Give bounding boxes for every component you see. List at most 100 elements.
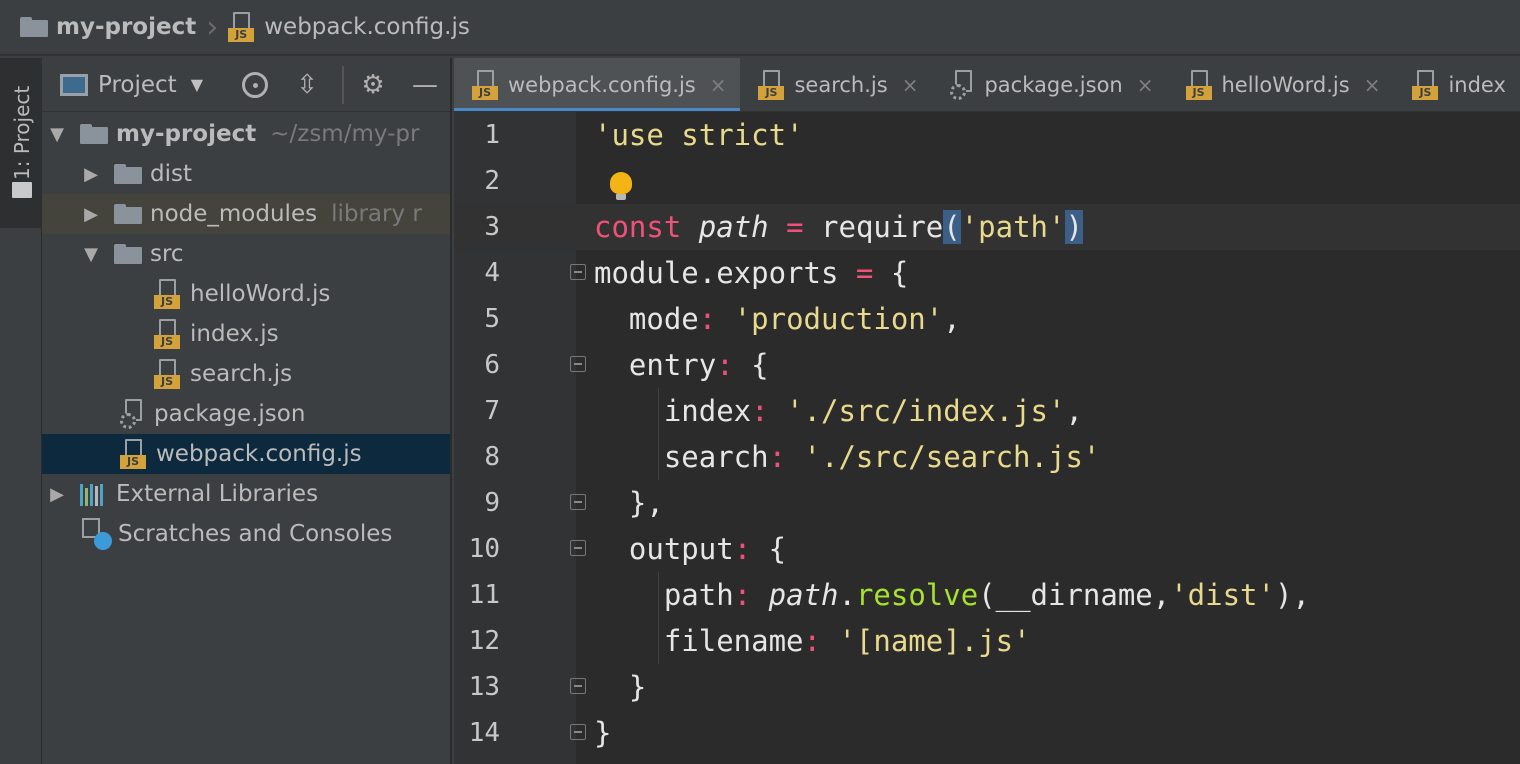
tab-helloword-js[interactable]: JS helloWord.js ×: [1168, 58, 1395, 111]
tree-item-label: External Libraries: [116, 481, 319, 507]
tab-label: index: [1448, 72, 1506, 97]
js-file-icon: JS: [472, 69, 498, 100]
tree-item-search-js[interactable]: JS search.js: [42, 354, 450, 394]
folder-icon: [114, 244, 142, 264]
tab-label: webpack.config.js: [508, 72, 696, 97]
breadcrumb-separator: ›: [206, 9, 219, 45]
tab-index-js[interactable]: JS index: [1394, 58, 1519, 111]
gear-icon[interactable]: ⚙: [358, 70, 388, 100]
expand-down-arrow-icon[interactable]: ▼: [80, 244, 102, 265]
tab-label: search.js: [794, 72, 888, 97]
tree-item-library-hint: library r: [331, 201, 422, 227]
code-text: },: [628, 486, 664, 520]
code-line-10[interactable]: 10 output: {: [454, 526, 1520, 572]
folder-icon: [114, 164, 142, 184]
code-line-5[interactable]: 5 mode: 'production',: [454, 296, 1520, 342]
line-number: 2: [484, 166, 500, 196]
tree-item-dist[interactable]: ▶ dist: [42, 154, 450, 194]
tree-item-node-modules[interactable]: ▶ node_modules library r: [42, 194, 450, 234]
code-line-1[interactable]: 1 'use strict': [454, 112, 1520, 158]
close-icon[interactable]: ×: [902, 73, 919, 97]
code-text: path: path.resolve(__dirname,'dist'),: [663, 578, 1310, 612]
header-divider: [342, 66, 344, 104]
line-number: 9: [484, 488, 500, 518]
tab-search-js[interactable]: JS search.js ×: [740, 58, 932, 111]
tree-item-label: search.js: [190, 361, 293, 387]
code-text: }: [594, 716, 612, 750]
lightbulb-icon[interactable]: [610, 172, 632, 200]
line-number: 12: [468, 626, 500, 656]
tab-webpack-config-js[interactable]: JS webpack.config.js ×: [454, 58, 741, 111]
line-number: 5: [484, 304, 500, 334]
locate-target-icon[interactable]: [240, 70, 270, 100]
fold-marker-icon[interactable]: [570, 264, 586, 280]
chevron-down-icon[interactable]: ▼: [191, 75, 203, 94]
code-line-9[interactable]: 9 },: [454, 480, 1520, 526]
expand-right-arrow-icon[interactable]: ▶: [46, 484, 68, 505]
tab-package-json[interactable]: package.json ×: [932, 58, 1167, 111]
breadcrumb-project[interactable]: my-project: [20, 14, 196, 40]
close-icon[interactable]: ×: [1364, 73, 1381, 97]
tree-item-path-hint: ~/zsm/my-pr: [270, 121, 420, 147]
tree-item-label: dist: [150, 161, 192, 187]
tree-item-webpack-config-js[interactable]: JS webpack.config.js: [42, 434, 450, 474]
editor-tab-bar: JS webpack.config.js × JS search.js × pa…: [454, 58, 1520, 112]
collapse-all-icon[interactable]: ⇳: [292, 70, 322, 100]
indent-guide: [658, 388, 659, 480]
tree-item-src[interactable]: ▼ src: [42, 234, 450, 274]
code-text: module.exports = {: [594, 256, 909, 290]
breadcrumb-project-label: my-project: [56, 14, 197, 40]
code-text: index: './src/index.js',: [663, 394, 1083, 428]
fold-marker-icon[interactable]: [570, 494, 586, 510]
js-file-icon: JS: [758, 69, 785, 100]
fold-marker-icon[interactable]: [570, 540, 586, 556]
code-line-13[interactable]: 13 }: [454, 664, 1520, 710]
js-file-icon: JS: [154, 359, 180, 389]
tree-item-my-project[interactable]: ▼ my-project ~/zsm/my-pr: [42, 114, 450, 154]
line-number: 13: [468, 672, 500, 702]
code-line-8[interactable]: 8 search: './src/search.js': [454, 434, 1520, 480]
tree-item-helloword-js[interactable]: JS helloWord.js: [42, 274, 450, 314]
fold-marker-icon[interactable]: [570, 356, 586, 372]
folder-icon: [114, 204, 142, 224]
code-line-11[interactable]: 11 path: path.resolve(__dirname,'dist'),: [454, 572, 1520, 618]
scratches-icon: [82, 518, 112, 550]
code-line-7[interactable]: 7 index: './src/index.js',: [454, 388, 1520, 434]
tree-item-label: helloWord.js: [190, 281, 331, 307]
tree-item-package-json[interactable]: package.json: [42, 394, 450, 434]
tree-item-scratches[interactable]: Scratches and Consoles: [42, 514, 450, 554]
code-line-2[interactable]: 2: [454, 158, 1520, 204]
code-line-3[interactable]: 3 const path = require('path'): [454, 204, 1520, 250]
tree-item-external-libraries[interactable]: ▶ External Libraries: [42, 474, 450, 514]
line-number: 10: [468, 534, 500, 564]
code-line-6[interactable]: 6 entry: {: [454, 342, 1520, 388]
close-icon[interactable]: ×: [710, 73, 727, 97]
js-file-icon: JS: [1185, 69, 1212, 100]
fold-marker-icon[interactable]: [570, 724, 586, 740]
expand-down-arrow-icon[interactable]: ▼: [46, 124, 68, 145]
breadcrumb-file[interactable]: JS webpack.config.js: [228, 12, 470, 42]
expand-right-arrow-icon[interactable]: ▶: [80, 164, 102, 185]
tool-window-strip: 1: Project: [0, 58, 42, 764]
line-number: 4: [484, 258, 500, 288]
indent-guide: [658, 572, 659, 664]
project-tool-tab-label: 1: Project: [10, 85, 34, 180]
close-icon[interactable]: ×: [1137, 73, 1154, 97]
fold-marker-icon[interactable]: [570, 678, 586, 694]
js-file-icon: JS: [154, 319, 180, 349]
code-line-12[interactable]: 12 filename: '[name].js': [454, 618, 1520, 664]
expand-right-arrow-icon[interactable]: ▶: [80, 204, 102, 225]
code-line-14[interactable]: 14 }: [454, 710, 1520, 756]
hide-minus-icon[interactable]: —: [410, 70, 440, 100]
project-panel-header: Project ▼ ⇳ ⚙ —: [42, 58, 450, 112]
line-number: 6: [484, 350, 500, 380]
tree-item-label: index.js: [190, 321, 279, 347]
project-panel-title[interactable]: Project: [98, 72, 177, 98]
tree-item-index-js[interactable]: JS index.js: [42, 314, 450, 354]
tree-item-label: src: [150, 241, 184, 267]
project-tool-tab[interactable]: 1: Project: [0, 58, 42, 228]
code-text: filename: '[name].js': [663, 624, 1031, 658]
breadcrumb-file-label: webpack.config.js: [264, 14, 470, 40]
line-number: 11: [468, 580, 500, 610]
code-line-4[interactable]: 4 module.exports = {: [454, 250, 1520, 296]
